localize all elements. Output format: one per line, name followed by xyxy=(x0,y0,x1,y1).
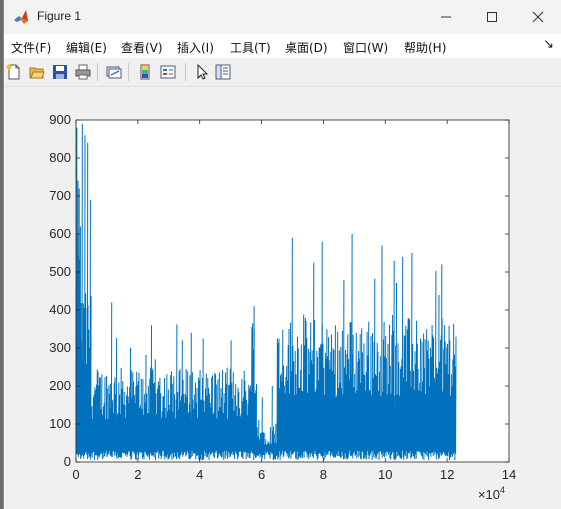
link-plot-icon[interactable] xyxy=(106,64,122,80)
title-bar[interactable]: Figure 1 xyxy=(4,0,561,34)
menu-bar: 文件(F) 编辑(E) 查看(V) 插入(I) 工具(T) 桌面(D) 窗口(W… xyxy=(4,34,561,58)
menu-insert[interactable]: 插入(I) xyxy=(177,39,214,56)
y-tick-label: 600 xyxy=(49,226,71,241)
new-figure-icon[interactable] xyxy=(6,64,22,80)
y-tick-label: 500 xyxy=(49,264,71,279)
x-tick-label: 6 xyxy=(258,467,265,482)
y-tick-label: 900 xyxy=(49,112,71,127)
x-tick-label: 14 xyxy=(502,467,516,482)
y-tick-label: 800 xyxy=(49,150,71,165)
x-exponent-label: ×104 xyxy=(478,485,505,502)
save-icon[interactable] xyxy=(52,64,68,80)
y-tick-label: 200 xyxy=(49,378,71,393)
close-icon xyxy=(532,11,544,23)
menu-help[interactable]: 帮助(H) xyxy=(404,39,446,56)
menu-file[interactable]: 文件(F) xyxy=(11,39,51,56)
x-tick-label: 4 xyxy=(196,467,203,482)
y-tick-label: 400 xyxy=(49,302,71,317)
property-inspector-icon[interactable] xyxy=(215,64,231,80)
close-button[interactable] xyxy=(515,0,561,34)
menu-view[interactable]: 查看(V) xyxy=(121,39,163,56)
toolbar xyxy=(4,58,561,87)
print-icon[interactable] xyxy=(75,64,91,80)
menu-window[interactable]: 窗口(W) xyxy=(343,39,388,56)
x-tick-label: 8 xyxy=(320,467,327,482)
pointer-icon[interactable] xyxy=(194,64,210,80)
x-tick-label: 2 xyxy=(134,467,141,482)
dock-arrow-icon[interactable]: ↘ xyxy=(543,37,554,52)
window-title: Figure 1 xyxy=(37,9,82,23)
x-tick-label: 10 xyxy=(378,467,392,482)
legend-icon[interactable] xyxy=(160,64,176,80)
figure-canvas: 0 100 200 300 400 500 600 700 800 900 0 2 4 6 8 10 12 14 ×… xyxy=(4,87,561,509)
maximize-icon xyxy=(487,12,497,22)
minimize-icon xyxy=(441,16,451,18)
figure-window: Figure 1 文件(F) 编辑(E) 查看(V) 插入(I) 工具(T) 桌… xyxy=(3,0,561,509)
menu-edit[interactable]: 编辑(E) xyxy=(66,39,107,56)
open-file-icon[interactable] xyxy=(29,64,45,80)
x-tick-label: 12 xyxy=(440,467,454,482)
toolbar-separator xyxy=(97,63,98,81)
maximize-button[interactable] xyxy=(469,0,515,34)
minimize-button[interactable] xyxy=(423,0,469,34)
menu-desktop[interactable]: 桌面(D) xyxy=(285,39,328,56)
toolbar-separator xyxy=(128,63,129,81)
y-tick-label: 300 xyxy=(49,340,71,355)
toolbar-separator xyxy=(185,63,186,81)
y-tick-label: 700 xyxy=(49,188,71,203)
matlab-icon xyxy=(13,9,29,25)
colorbar-icon[interactable] xyxy=(137,64,153,80)
y-tick-label: 0 xyxy=(64,454,71,469)
menu-tools[interactable]: 工具(T) xyxy=(230,39,271,56)
x-tick-label: 0 xyxy=(72,467,79,482)
plot-area[interactable]: 0 100 200 300 400 500 600 700 800 900 0 2 4 6 8 10 12 14 ×… xyxy=(4,87,561,509)
y-tick-label: 100 xyxy=(49,416,71,431)
